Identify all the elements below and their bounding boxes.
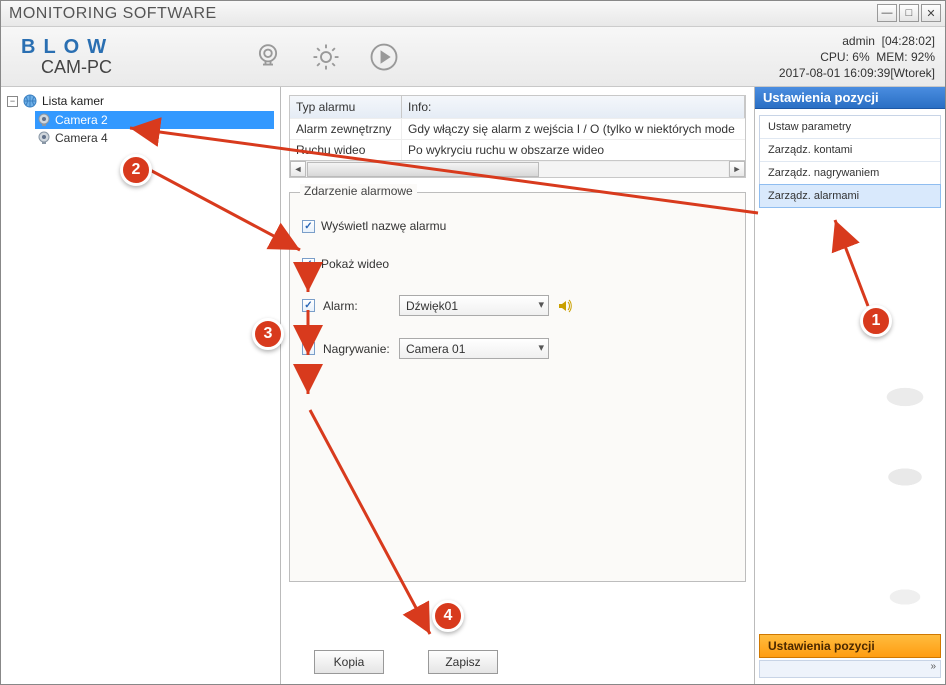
scroll-thumb[interactable] <box>307 162 539 177</box>
menu-item-params[interactable]: Ustaw parametry <box>760 116 940 139</box>
decorative-camera-images <box>755 217 945 644</box>
close-button[interactable]: ✕ <box>921 4 941 22</box>
checkbox-show-video[interactable]: ✓ <box>302 258 315 271</box>
camera-small-icon <box>37 131 51 145</box>
combo-recording-camera[interactable]: Camera 01 <box>399 338 549 359</box>
tree-item-camera-2[interactable]: Camera 2 <box>35 111 274 129</box>
maximize-button[interactable]: □ <box>899 4 919 22</box>
tree-collapse-icon[interactable]: − <box>7 96 18 107</box>
tree-item-camera-4[interactable]: Camera 4 <box>35 129 274 147</box>
brand-logo: BLOW <box>21 36 231 59</box>
fieldset-legend: Zdarzenie alarmowe <box>300 184 417 198</box>
callout-badge-4: 4 <box>432 600 464 632</box>
status-session-time: [04:28:02] <box>882 34 935 48</box>
right-panel-header: Ustawienia pozycji <box>755 87 945 109</box>
brand-subtitle: CAM-PC <box>21 57 231 78</box>
checkbox-recording[interactable]: ✓ <box>302 342 315 355</box>
titlebar: MONITORING SOFTWARE — □ ✕ <box>1 1 945 27</box>
copy-button[interactable]: Kopia <box>314 650 384 674</box>
camera-icon[interactable] <box>251 40 285 74</box>
menu-item-recording[interactable]: Zarządz. nagrywaniem <box>760 162 940 185</box>
settings-panel: Typ alarmu Info: Alarm zewnętrzny Gdy wł… <box>281 87 755 684</box>
table-horizontal-scrollbar[interactable]: ◄ ► <box>290 160 745 177</box>
speaker-icon[interactable] <box>557 298 573 314</box>
scroll-left-arrow[interactable]: ◄ <box>290 161 306 177</box>
app-title: MONITORING SOFTWARE <box>5 5 217 23</box>
position-settings-panel: Ustawienia pozycji Ustaw parametry Zarzą… <box>755 87 945 684</box>
status-cpu: 6% <box>852 50 869 64</box>
table-header-type[interactable]: Typ alarmu <box>290 96 402 118</box>
status-mem: 92% <box>911 50 935 64</box>
panel-expand-handle[interactable]: » <box>759 660 941 678</box>
table-row[interactable]: Alarm zewnętrzny Gdy włączy się alarm z … <box>290 118 745 139</box>
callout-badge-1: 1 <box>860 305 892 337</box>
callout-badge-2: 2 <box>120 154 152 186</box>
gear-icon[interactable] <box>309 40 343 74</box>
position-settings-bar[interactable]: Ustawienia pozycji <box>759 634 941 658</box>
callout-badge-3: 3 <box>252 318 284 350</box>
top-toolbar: BLOW CAM-PC <box>1 27 945 87</box>
label-show-video: Pokaż wideo <box>321 257 389 271</box>
table-header-info[interactable]: Info: <box>402 96 745 118</box>
label-recording: Nagrywanie: <box>323 342 391 356</box>
globe-icon <box>22 93 38 109</box>
label-show-alarm-name: Wyświetl nazwę alarmu <box>321 219 446 233</box>
checkbox-alarm-sound[interactable]: ✓ <box>302 299 315 312</box>
minimize-button[interactable]: — <box>877 4 897 22</box>
label-alarm: Alarm: <box>323 299 391 313</box>
status-datetime: 2017-08-01 16:09:39[Wtorek] <box>779 65 935 81</box>
alarm-event-fieldset: Zdarzenie alarmowe ✓ Wyświetl nazwę alar… <box>289 192 746 582</box>
camera-small-icon <box>37 113 51 127</box>
settings-menu: Ustaw parametry Zarządz. kontami Zarządz… <box>759 115 941 208</box>
tree-root-label: Lista kamer <box>42 94 104 108</box>
table-row[interactable]: Ruchu wideo Po wykryciu ruchu w obszarze… <box>290 139 745 160</box>
checkbox-show-alarm-name[interactable]: ✓ <box>302 220 315 233</box>
menu-item-alarms[interactable]: Zarządz. alarmami <box>759 184 941 208</box>
menu-item-accounts[interactable]: Zarządz. kontami <box>760 139 940 162</box>
tree-root[interactable]: − Lista kamer <box>7 93 274 109</box>
alarm-type-table: Typ alarmu Info: Alarm zewnętrzny Gdy wł… <box>289 95 746 178</box>
save-button[interactable]: Zapisz <box>428 650 498 674</box>
combo-alarm-sound[interactable]: Dźwięk01 <box>399 295 549 316</box>
play-icon[interactable] <box>367 40 401 74</box>
scroll-right-arrow[interactable]: ► <box>729 161 745 177</box>
status-user: admin <box>842 34 875 48</box>
status-block: admin [04:28:02] CPU: 6% MEM: 92% 2017-0… <box>779 33 935 81</box>
